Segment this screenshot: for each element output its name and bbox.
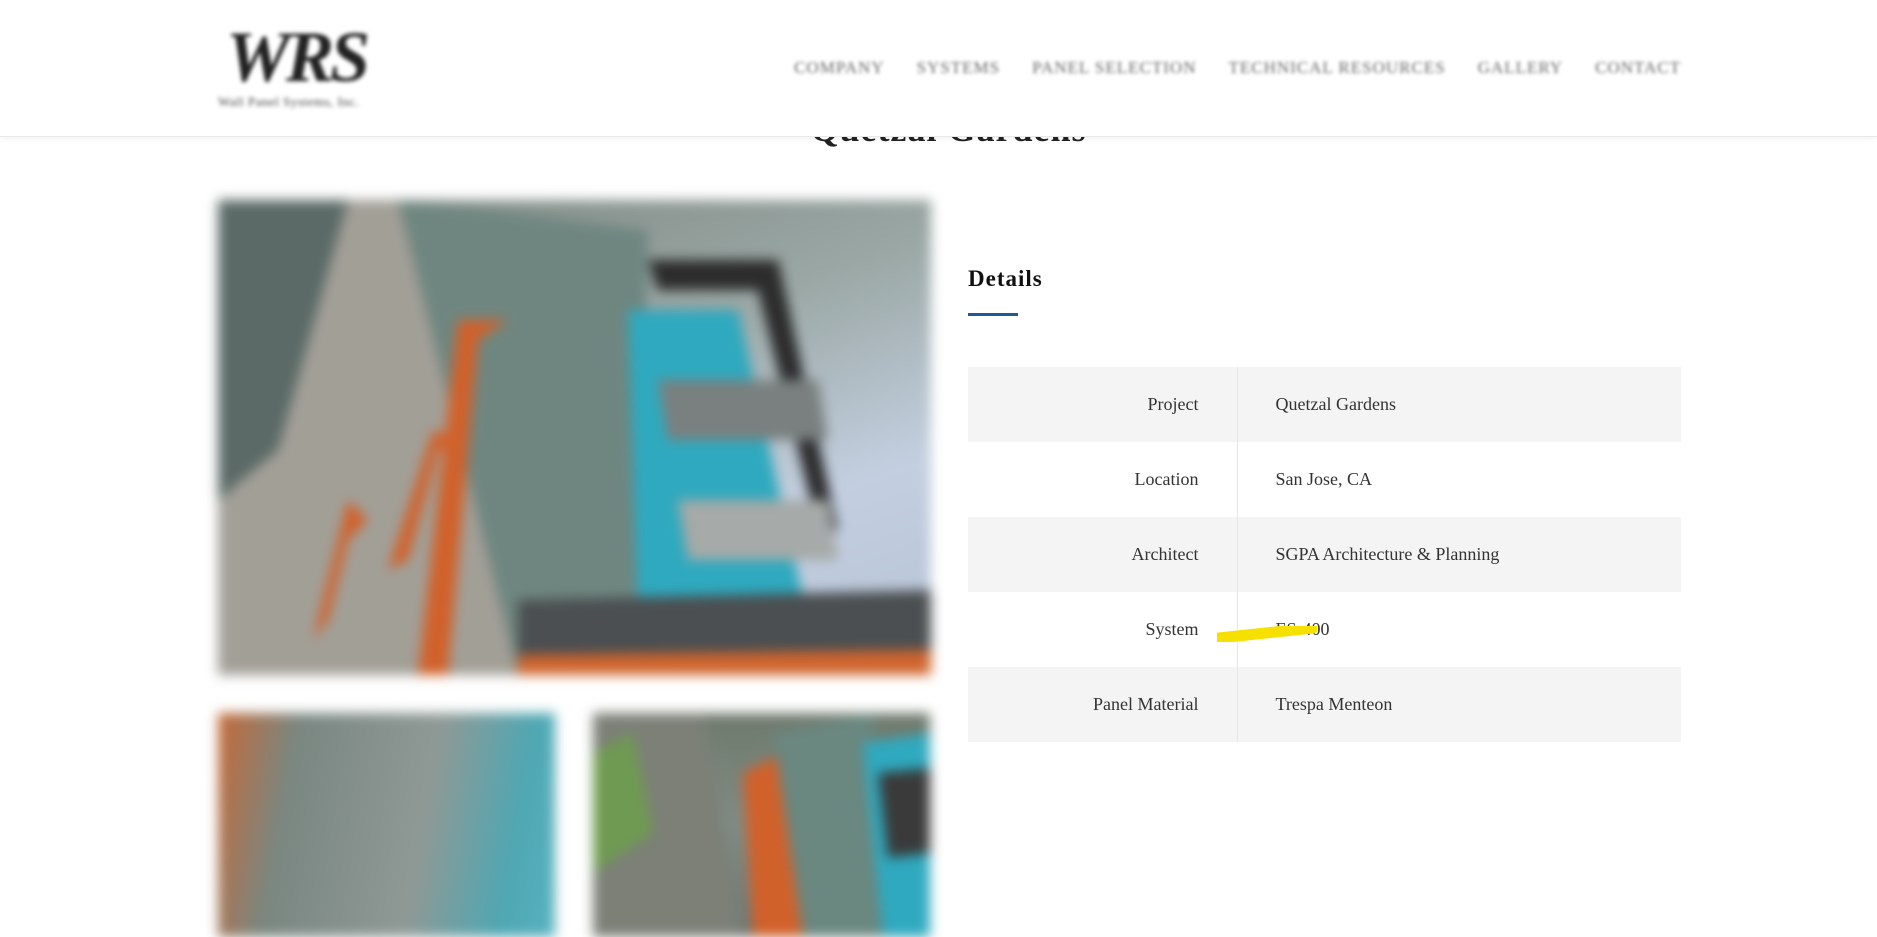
details-label: Panel Material bbox=[968, 667, 1238, 742]
logo-mark: WRS bbox=[226, 17, 370, 97]
logo-subtitle: Wall Panel Systems, Inc. bbox=[218, 94, 360, 109]
details-value: SGPA Architecture & Planning bbox=[1237, 517, 1681, 592]
site-logo[interactable]: WRS Wall Panel Systems, Inc. bbox=[218, 17, 418, 116]
building-photo-illustration bbox=[218, 200, 931, 675]
details-value: Quetzal Gardens bbox=[1237, 367, 1681, 442]
nav-item-systems[interactable]: SYSTEMS bbox=[917, 58, 1001, 78]
project-thumbnail-2[interactable] bbox=[593, 713, 930, 937]
nav-item-company[interactable]: COMPANY bbox=[794, 58, 884, 78]
project-details-table: Project Quetzal Gardens Location San Jos… bbox=[968, 367, 1681, 742]
highlighter-stroke bbox=[1217, 626, 1317, 642]
nav-item-technical-resources[interactable]: TECHNICAL RESOURCES bbox=[1228, 58, 1445, 78]
details-row-panel-material: Panel Material Trespa Menteon bbox=[968, 667, 1681, 742]
details-label: System bbox=[968, 592, 1238, 667]
details-row-architect: Architect SGPA Architecture & Planning bbox=[968, 517, 1681, 592]
details-heading-underline bbox=[968, 313, 1018, 316]
building-thumbnail-illustration bbox=[593, 713, 930, 937]
nav-item-contact[interactable]: CONTACT bbox=[1595, 58, 1681, 78]
details-row-location: Location San Jose, CA bbox=[968, 442, 1681, 517]
details-heading: Details bbox=[968, 266, 1043, 291]
details-row-project: Project Quetzal Gardens bbox=[968, 367, 1681, 442]
details-label: Architect bbox=[968, 517, 1238, 592]
details-value: San Jose, CA bbox=[1275, 469, 1373, 489]
main-nav: COMPANY SYSTEMS PANEL SELECTION TECHNICA… bbox=[794, 58, 1681, 78]
project-thumbnail-1[interactable] bbox=[218, 713, 555, 937]
project-main-photo[interactable] bbox=[218, 200, 931, 675]
details-row-system: System ES-400 bbox=[968, 592, 1681, 667]
details-value: Trespa Menteon bbox=[1237, 667, 1681, 742]
nav-item-gallery[interactable]: GALLERY bbox=[1478, 58, 1563, 78]
details-label: Project bbox=[968, 367, 1238, 442]
nav-item-panel-selection[interactable]: PANEL SELECTION bbox=[1032, 58, 1196, 78]
site-header: WRS Wall Panel Systems, Inc. COMPANY SYS… bbox=[0, 0, 1877, 137]
details-label: Location bbox=[968, 442, 1238, 517]
